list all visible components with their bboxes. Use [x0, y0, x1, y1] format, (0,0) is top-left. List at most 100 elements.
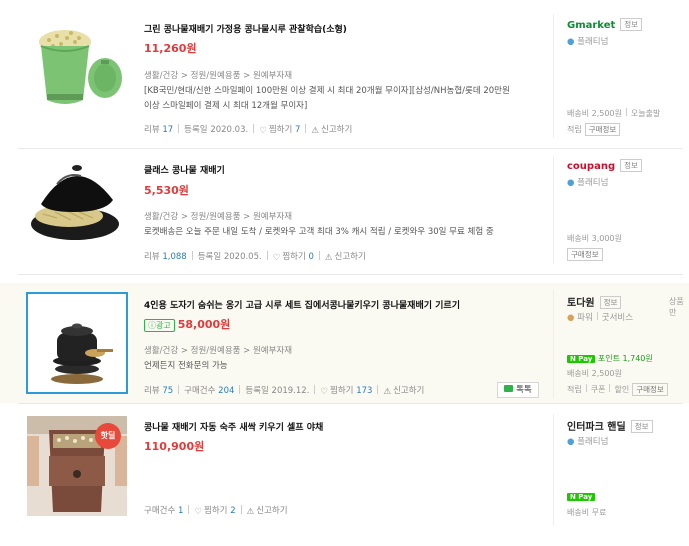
product-thumbnail[interactable]: [26, 292, 128, 394]
report-button[interactable]: ⚠ 신고하기: [325, 252, 366, 263]
purchase-label: 구매건수: [184, 386, 216, 396]
product-title[interactable]: 그린 콩나물재배기 가정용 콩나물시루 관찰학습(소형): [144, 22, 347, 35]
shipping-fee: 배송비 무료: [567, 508, 607, 517]
power-medal-icon: ●: [567, 313, 575, 323]
product-thumbnail[interactable]: [27, 156, 127, 256]
hotdeal-badge: 핫딜: [95, 423, 121, 449]
shipping-info: 배송비 3,000원: [567, 233, 622, 244]
product-price: 5,530원: [144, 184, 189, 197]
review-count: 75: [162, 386, 174, 396]
wish-count: 2: [230, 506, 236, 516]
talktalk-label: 톡톡: [516, 385, 532, 395]
mall-name[interactable]: coupang 정보: [567, 159, 642, 172]
product-category[interactable]: 생활/건강 > 정원/원예용품 > 원예부자재: [144, 344, 292, 356]
report-label: 신고하기: [256, 506, 288, 516]
report-button[interactable]: ⚠ 신고하기: [246, 506, 288, 517]
product-thumbnail[interactable]: [27, 18, 127, 118]
review-label: 리뷰: [144, 252, 160, 262]
ad-badge[interactable]: ⓘ광고: [144, 319, 175, 332]
product-title[interactable]: 콩나물 재배기 자동 숙주 새싹 키우기 셀프 야채: [144, 420, 323, 433]
grade-label: 플래티넘: [577, 437, 609, 447]
mall-logo-gmarket: Gmarket: [567, 20, 616, 31]
wish-label: 찜하기: [330, 386, 354, 396]
review-link[interactable]: 리뷰 17: [144, 125, 173, 135]
seller-grade: ● 플래티넘: [567, 435, 608, 447]
purchase-count: 구매건수 1: [144, 506, 183, 516]
shipping-fee: 배송비 2,500원: [567, 109, 622, 118]
bell-icon: ⚠: [383, 387, 392, 397]
mall-info-button[interactable]: 정보: [630, 420, 653, 433]
review-link[interactable]: 리뷰 75: [144, 386, 173, 396]
grade-label: 플래티넘: [577, 178, 609, 188]
chat-bubble-icon: [504, 385, 514, 392]
wish-count: 0: [308, 252, 314, 262]
store-product-link[interactable]: 상품만: [669, 296, 689, 318]
seller-grade: ● 플래티넘: [567, 35, 608, 47]
wish-label: 찜하기: [204, 506, 228, 516]
purchase-info-button[interactable]: 구매정보: [632, 383, 668, 396]
mall-name[interactable]: 토다원 정보: [567, 294, 622, 309]
mall-info-button[interactable]: 정보: [620, 159, 642, 172]
column-divider: [553, 290, 554, 398]
description-line: 이상 스마일페이 결제 시 최대 12개월 무이자]: [144, 101, 308, 111]
description-line: 로켓배송은 오늘 주문 내일 도착 / 로켓와우 고객 최대 3% 캐시 적립 …: [144, 227, 494, 237]
tag-point: 적립: [567, 385, 582, 394]
product-meta: 리뷰 75 구매건수 204 등록일 2019.12. ♡ 찜하기 173 ⚠ 신고하기: [144, 384, 424, 397]
shipping-fee: 배송비 3,000원: [567, 234, 622, 243]
npay-logo: N Pay: [567, 493, 596, 501]
tag-discount: 할인: [614, 385, 630, 394]
purchase-label: 구매건수: [144, 506, 176, 516]
reg-date: 등록일 2019.12.: [245, 386, 310, 396]
product-meta: 리뷰 17 등록일 2020.03. ♡ 찜하기 7 ⚠ 신고하기: [144, 123, 352, 136]
wish-count: 7: [294, 125, 301, 135]
wish-button[interactable]: ♡ 찜하기 173: [320, 386, 373, 397]
review-link[interactable]: 리뷰 1,088: [144, 252, 187, 262]
mall-info-button[interactable]: 정보: [620, 18, 643, 31]
reg-date: 등록일 2020.05.: [197, 252, 262, 262]
bell-icon: ⚠: [311, 126, 320, 136]
heart-icon: ♡: [194, 507, 203, 517]
report-button[interactable]: ⚠ 신고하기: [311, 125, 352, 136]
good-service-label: 굿서비스: [601, 313, 634, 323]
column-divider: [553, 156, 554, 264]
product-title[interactable]: 클래스 콩나물 재배기: [144, 163, 225, 176]
mall-name[interactable]: Gmarket 정보: [567, 18, 643, 31]
mall-name[interactable]: 인터파크 핸딜 정보: [567, 418, 653, 433]
info-circle-icon: ⓘ: [148, 321, 156, 330]
reg-date: 등록일 2020.03.: [184, 125, 249, 135]
npay-logo: N Pay: [567, 355, 596, 363]
tag-coupon: 쿠폰: [590, 385, 606, 394]
talktalk-button[interactable]: 톡톡: [497, 382, 539, 398]
wish-button[interactable]: ♡ 찜하기 2: [194, 506, 236, 517]
product-meta: 리뷰 1,088 등록일 2020.05. ♡ 찜하기 0 ⚠ 신고하기: [144, 250, 366, 263]
purchase-info-button[interactable]: 구매정보: [584, 123, 621, 136]
product-description: [KB국민/현대/신한 스마일페이 100만원 이상 결제 시 최대 20개월 …: [144, 84, 539, 114]
row-separator: [18, 403, 683, 404]
wish-button[interactable]: ♡ 찜하기 0: [273, 252, 314, 263]
purchase-count-value: 204: [218, 386, 235, 396]
product-meta: 구매건수 1 ♡ 찜하기 2 ⚠ 신고하기: [144, 504, 288, 517]
grade-label: 파워: [577, 313, 593, 323]
review-label: 리뷰: [144, 125, 160, 135]
seller-grade: ● 플래티넘: [567, 176, 608, 188]
product-price: 58,000원: [177, 318, 231, 331]
bell-icon: ⚠: [246, 507, 255, 517]
mall-title: 인터파크 핸딜: [567, 422, 626, 433]
purchase-info-button[interactable]: 구매정보: [567, 248, 603, 261]
wish-label: 찜하기: [268, 125, 293, 135]
mall-info-button[interactable]: 정보: [599, 296, 622, 309]
mall-logo-coupang: coupang: [567, 161, 616, 172]
heart-icon: ♡: [259, 126, 267, 136]
tag-point: 적립: [567, 125, 582, 134]
report-button[interactable]: ⚠ 신고하기: [383, 386, 424, 397]
product-category[interactable]: 생활/건강 > 정원/원예용품 > 원예부자재: [144, 69, 292, 81]
npay-point: N Pay 포인트 1,740원: [567, 353, 653, 364]
product-price: 110,900원: [144, 440, 205, 453]
shipping-info: 배송비 무료: [567, 507, 606, 518]
wish-count: 173: [356, 386, 373, 396]
product-category[interactable]: 생활/건강 > 정원/원예용품 > 원예부자재: [144, 210, 292, 222]
description-line: [KB국민/현대/신한 스마일페이 100만원 이상 결제 시 최대 20개월 …: [144, 86, 510, 96]
grade-medal-icon: ●: [567, 178, 575, 188]
wish-button[interactable]: ♡ 찜하기 7: [259, 125, 301, 136]
product-title[interactable]: 4인용 도자기 숨쉬는 옹기 고급 시루 세트 집에서콩나물키우기 콩나물재배기…: [144, 298, 460, 311]
